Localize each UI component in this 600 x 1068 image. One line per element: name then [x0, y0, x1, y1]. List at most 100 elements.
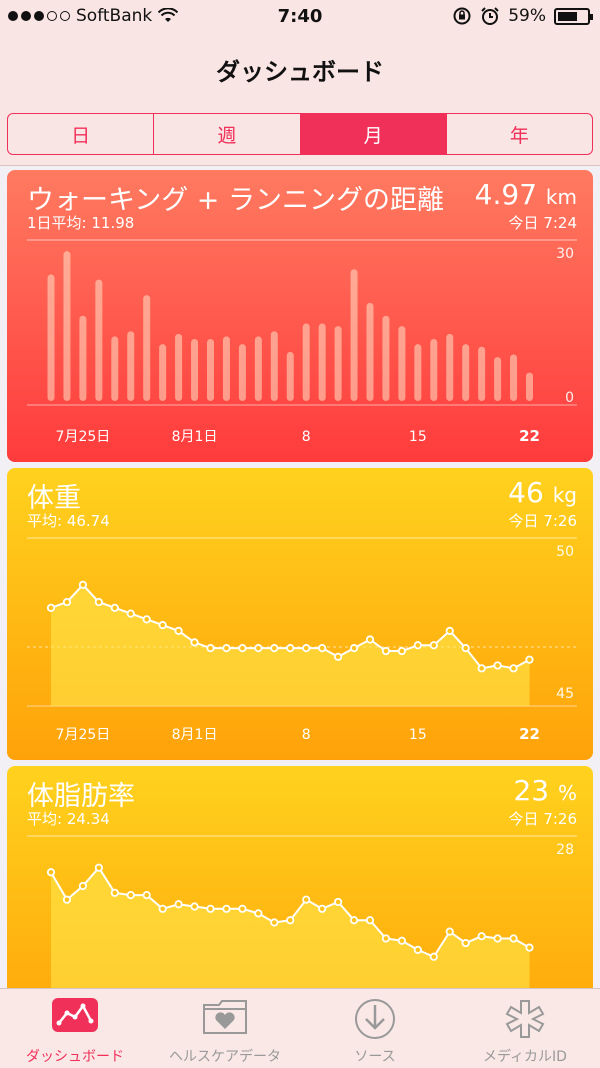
- bar: [398, 326, 406, 401]
- data-point: [445, 927, 454, 936]
- weight-card[interactable]: 体重 46 kg 平均: 46.74 今日 7:26 50 45 7月25日 8月1日…: [7, 468, 593, 760]
- card-value: 4.97 km: [475, 178, 577, 211]
- data-point: [62, 895, 72, 904]
- data-point: [413, 641, 422, 650]
- bar: [159, 344, 167, 401]
- bar: [191, 339, 199, 401]
- data-point: [78, 881, 88, 891]
- bar: [270, 331, 278, 401]
- value-unit: %: [557, 781, 577, 805]
- data-point: [413, 945, 422, 955]
- health-data-folder-icon: [203, 1000, 247, 1034]
- data-point: [286, 644, 295, 653]
- data-point: [222, 644, 231, 653]
- data-point: [509, 664, 518, 673]
- bar: [286, 351, 294, 401]
- tab-label: ヘルスケアデータ: [169, 1049, 281, 1065]
- y-tick-label: 30: [556, 246, 574, 262]
- tab-health-data[interactable]: ヘルスケアデータ: [150, 989, 300, 1068]
- tab-label: メディカルID: [483, 1049, 567, 1065]
- dashboard-icon: [52, 998, 98, 1032]
- data-point: [206, 644, 215, 653]
- bar: [302, 323, 310, 401]
- page-title: ダッシュボード: [216, 58, 384, 86]
- data-point: [302, 644, 311, 653]
- sources-download-icon: [355, 999, 395, 1039]
- segment-month[interactable]: 月: [300, 114, 447, 154]
- x-tick-label: 8月1日: [172, 429, 218, 445]
- bar: [143, 295, 151, 401]
- data-point: [365, 916, 375, 925]
- medical-id-icon: [505, 1000, 545, 1038]
- data-point: [493, 934, 502, 943]
- bar: [414, 344, 422, 401]
- data-point: [78, 580, 88, 589]
- tab-dashboard[interactable]: ダッシュボード: [0, 989, 150, 1068]
- x-tick-label: 8月1日: [172, 727, 218, 743]
- segment-week[interactable]: 週: [154, 114, 301, 154]
- bar: [510, 354, 518, 401]
- tab-bar: ダッシュボード ヘルスケアデータ ソース メディカルID: [0, 988, 600, 1068]
- data-point: [525, 943, 534, 952]
- bar: [350, 269, 358, 401]
- bar: [366, 302, 374, 401]
- tab-label: ダッシュボード: [26, 1049, 124, 1065]
- bar: [526, 372, 533, 401]
- x-tick-label: 8: [302, 727, 311, 743]
- tab-medical-id[interactable]: メディカルID: [450, 989, 600, 1068]
- data-point: [318, 904, 327, 913]
- data-point: [126, 891, 135, 900]
- x-tick-label: 15: [409, 727, 427, 743]
- bar: [334, 326, 342, 401]
- data-point: [318, 644, 327, 653]
- y-tick-label: 28: [556, 842, 574, 858]
- data-point: [254, 909, 263, 918]
- bar: [318, 323, 326, 401]
- bar: [254, 336, 262, 401]
- bar: [446, 333, 454, 401]
- value-number: 23: [513, 774, 550, 807]
- distance-bar-chart: 30 0 7月25日 8月1日 8 15 22: [27, 239, 577, 445]
- y-tick-label: 50: [556, 544, 574, 560]
- bar: [111, 336, 119, 401]
- data-point: [94, 863, 103, 872]
- bar: [127, 331, 135, 401]
- data-point: [381, 646, 391, 656]
- data-point: [477, 932, 486, 941]
- data-point: [509, 934, 518, 943]
- weight-line-chart: 50 45 7月25日 8月1日 8 15 22: [27, 537, 577, 743]
- tab-sources[interactable]: ソース: [300, 989, 450, 1068]
- top-bar: SoftBank 7:40 59% ダッシュボード 日 週 月 年: [0, 0, 600, 166]
- bar: [238, 344, 246, 401]
- data-point: [46, 868, 56, 877]
- bar: [462, 344, 470, 401]
- bodyfat-line-chart: 28: [27, 835, 577, 996]
- x-tick-label: 7月25日: [56, 429, 111, 445]
- bar: [47, 274, 55, 401]
- card-value: 46 kg: [508, 476, 577, 509]
- data-point: [62, 597, 72, 607]
- bar: [222, 336, 230, 401]
- alarm-icon: [481, 7, 499, 25]
- value-number: 4.97: [474, 178, 538, 211]
- segment-day[interactable]: 日: [8, 114, 155, 154]
- data-point: [270, 644, 279, 653]
- bodyfat-card[interactable]: 体脂肪率 23 % 平均: 24.34 今日 7:26 28: [7, 766, 593, 996]
- x-tick-label: 22: [519, 427, 540, 445]
- segment-year[interactable]: 年: [447, 114, 592, 154]
- data-point: [126, 609, 135, 618]
- distance-card[interactable]: ウォーキング + ランニングの距離 4.97 km 1日平均: 11.98 今日…: [7, 170, 593, 462]
- data-point: [429, 641, 438, 650]
- x-tick-label: 22: [519, 725, 540, 743]
- data-point: [158, 904, 167, 913]
- data-point: [238, 904, 247, 913]
- data-point: [238, 644, 247, 653]
- status-right: 59%: [452, 6, 593, 26]
- data-point: [381, 934, 391, 943]
- data-point: [254, 644, 263, 653]
- data-point: [397, 936, 406, 945]
- status-bar: SoftBank 7:40 59%: [0, 0, 600, 34]
- data-point: [333, 897, 343, 907]
- card-value: 23 %: [513, 774, 577, 807]
- data-point: [525, 655, 534, 664]
